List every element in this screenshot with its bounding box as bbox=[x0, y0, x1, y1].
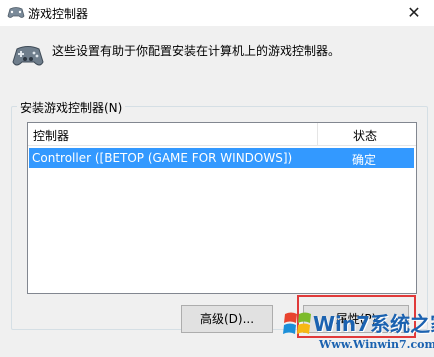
list-header: 控制器 状态 bbox=[28, 123, 416, 146]
gamepad-icon bbox=[7, 7, 25, 18]
gamepad-icon bbox=[12, 46, 44, 66]
table-row[interactable]: Controller ([BETOP (GAME FOR WINDOWS]) 确… bbox=[29, 148, 414, 168]
column-header-controller[interactable]: 控制器 bbox=[33, 127, 69, 144]
controller-name: Controller ([BETOP (GAME FOR WINDOWS]) bbox=[32, 151, 293, 165]
windows-logo-icon bbox=[283, 312, 311, 334]
advanced-button[interactable]: 高级(D)... bbox=[181, 305, 273, 333]
title-bar: 游戏控制器 ✕ bbox=[0, 0, 434, 26]
column-header-status[interactable]: 状态 bbox=[353, 127, 377, 144]
group-label: 安装游戏控制器(N) bbox=[17, 99, 126, 116]
column-divider[interactable] bbox=[317, 123, 318, 145]
window-title: 游戏控制器 bbox=[28, 7, 89, 21]
controller-list[interactable]: 控制器 状态 Controller ([BETOP (GAME FOR WIND… bbox=[27, 122, 417, 294]
watermark-url: Www.Winwin7.com bbox=[319, 338, 434, 351]
intro-text: 这些设置有助于你配置安装在计算机上的游戏控制器。 bbox=[52, 44, 341, 58]
close-icon: ✕ bbox=[407, 3, 421, 22]
watermark-brand: Win7系统之家 bbox=[313, 312, 434, 336]
close-button[interactable]: ✕ bbox=[402, 2, 426, 24]
controller-status: 确定 bbox=[352, 153, 377, 167]
watermark: Win7系统之家 Www.Winwin7.com bbox=[283, 306, 434, 354]
